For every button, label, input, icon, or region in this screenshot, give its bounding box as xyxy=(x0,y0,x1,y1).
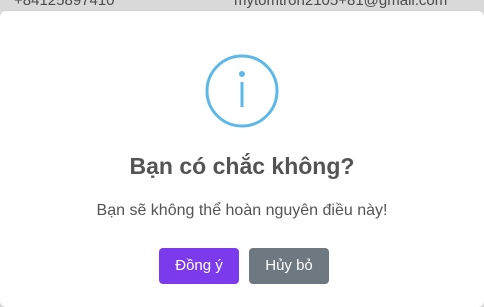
cancel-button[interactable]: Hủy bỏ xyxy=(249,248,329,284)
background-contact-row: +84125897410 mytomtron2105+81@gmail.com xyxy=(0,0,484,11)
dialog-title: Bạn có chắc không? xyxy=(129,153,355,179)
confirm-dialog: Bạn có chắc không? Bạn sẽ không thể hoàn… xyxy=(0,11,484,307)
background-phone-text: +84125897410 xyxy=(14,0,115,9)
dialog-message: Bạn sẽ không thể hoàn nguyên điều này! xyxy=(96,202,388,219)
confirm-button[interactable]: Đồng ý xyxy=(159,248,239,284)
info-icon xyxy=(205,54,279,128)
background-email-text: mytomtron2105+81@gmail.com xyxy=(234,0,448,9)
